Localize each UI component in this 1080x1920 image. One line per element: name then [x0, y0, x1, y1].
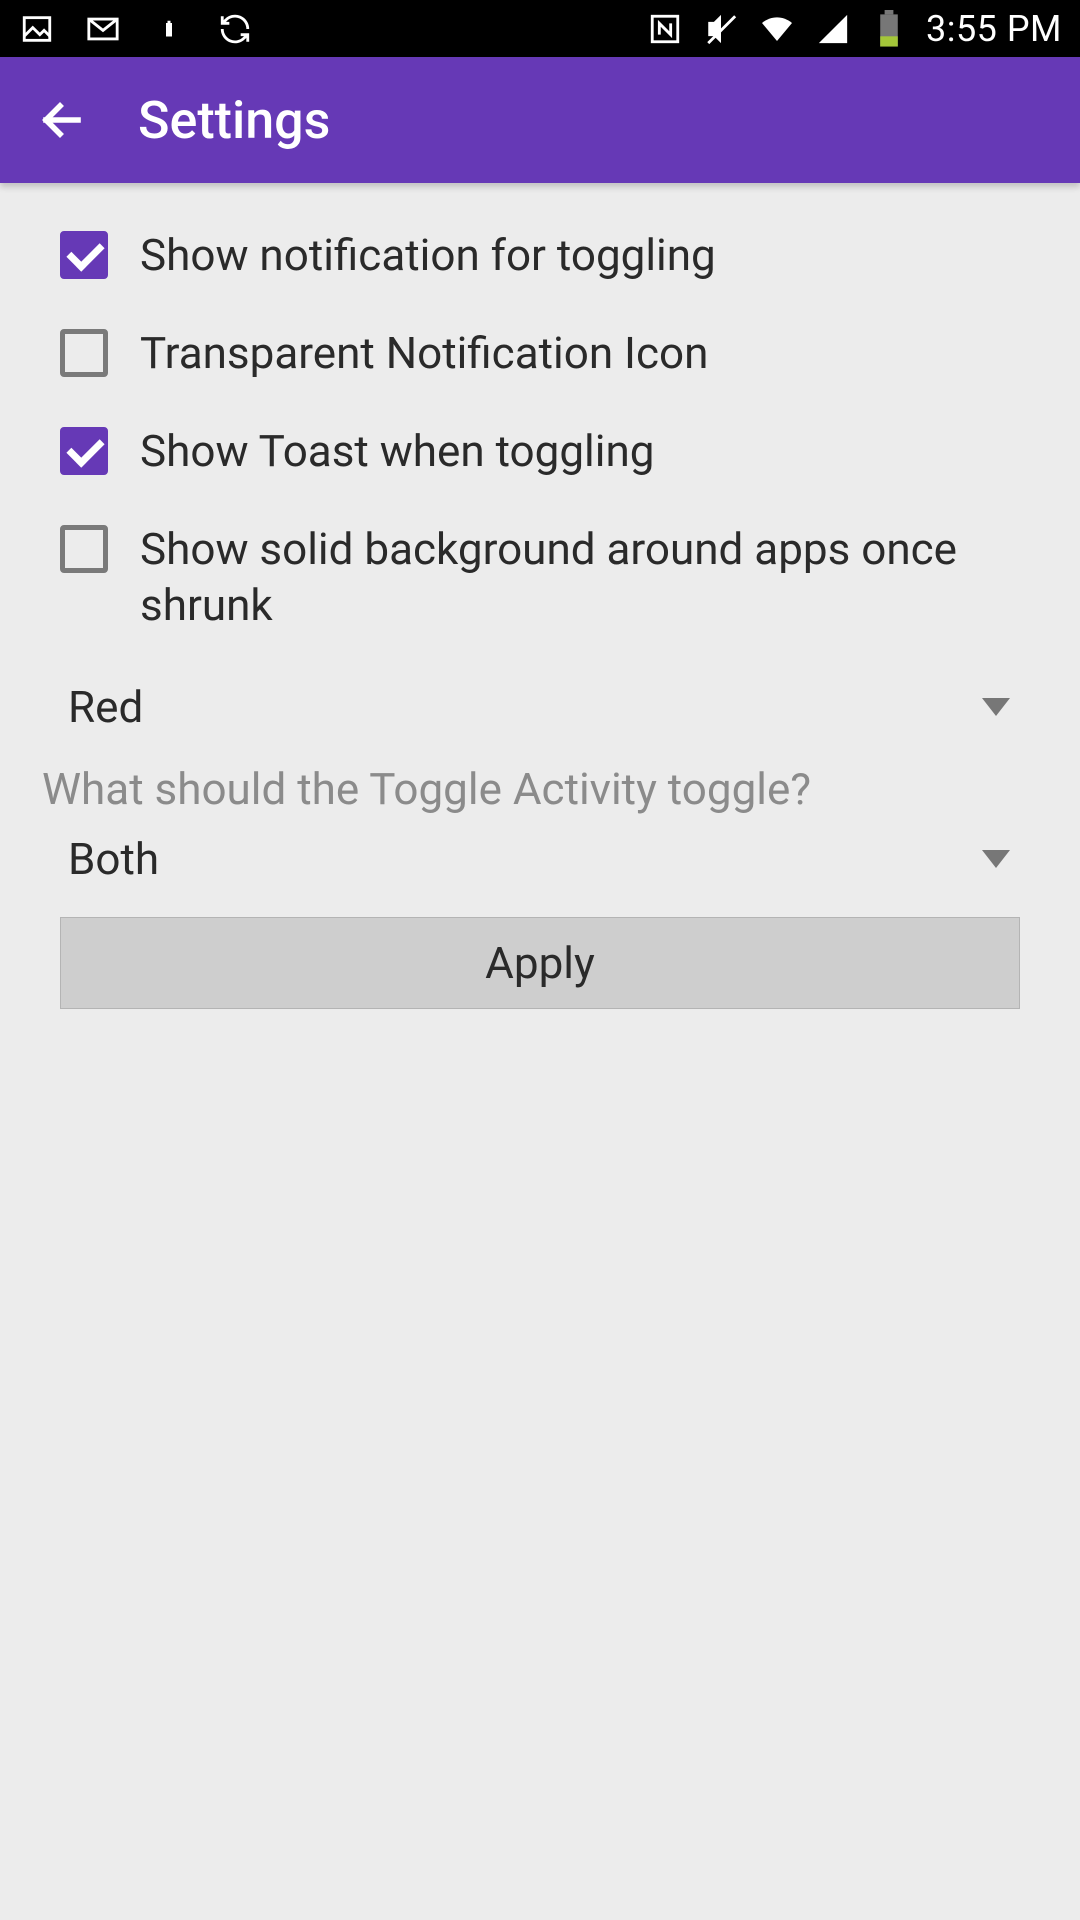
status-bar: 3:55 PM: [0, 0, 1080, 57]
toggle-activity-dropdown-value: Both: [68, 833, 159, 885]
image-icon: [18, 10, 56, 48]
checkbox-row-solid-background[interactable]: Show solid background around apps once s…: [60, 521, 1020, 633]
battery-icon: [870, 10, 908, 48]
checkbox-label: Show Toast when toggling: [140, 423, 654, 479]
toggle-activity-dropdown[interactable]: Both: [40, 827, 1020, 891]
apply-button-label: Apply: [485, 937, 595, 989]
back-arrow-icon[interactable]: [36, 94, 88, 146]
checkbox-row-show-notification[interactable]: Show notification for toggling: [60, 227, 1020, 283]
checkbox-row-transparent-icon[interactable]: Transparent Notification Icon: [60, 325, 1020, 381]
checkbox-icon[interactable]: [60, 525, 108, 573]
chevron-down-icon: [982, 850, 1010, 868]
app-bar: Settings: [0, 57, 1080, 183]
mail-icon: [84, 10, 122, 48]
apply-button[interactable]: Apply: [60, 917, 1020, 1009]
settings-content: Show notification for toggling Transpare…: [0, 183, 1080, 1009]
status-bar-time: 3:55 PM: [926, 8, 1062, 50]
battery-low-icon: [150, 10, 188, 48]
checkbox-label: Transparent Notification Icon: [140, 325, 708, 381]
checkbox-icon[interactable]: [60, 231, 108, 279]
status-bar-right: 3:55 PM: [646, 8, 1062, 50]
nfc-icon: [646, 10, 684, 48]
checkbox-label: Show notification for toggling: [140, 227, 716, 283]
color-dropdown[interactable]: Red: [40, 675, 1020, 739]
toggle-activity-question-label: What should the Toggle Activity toggle?: [42, 763, 1020, 815]
sync-icon: [216, 10, 254, 48]
mute-icon: [702, 10, 740, 48]
wifi-icon: [758, 10, 796, 48]
page-title: Settings: [138, 90, 330, 151]
checkbox-icon[interactable]: [60, 329, 108, 377]
checkbox-row-show-toast[interactable]: Show Toast when toggling: [60, 423, 1020, 479]
checkbox-label: Show solid background around apps once s…: [140, 521, 1020, 633]
chevron-down-icon: [982, 698, 1010, 716]
status-bar-left: [18, 10, 254, 48]
color-dropdown-value: Red: [68, 681, 143, 733]
checkbox-icon[interactable]: [60, 427, 108, 475]
signal-icon: [814, 10, 852, 48]
